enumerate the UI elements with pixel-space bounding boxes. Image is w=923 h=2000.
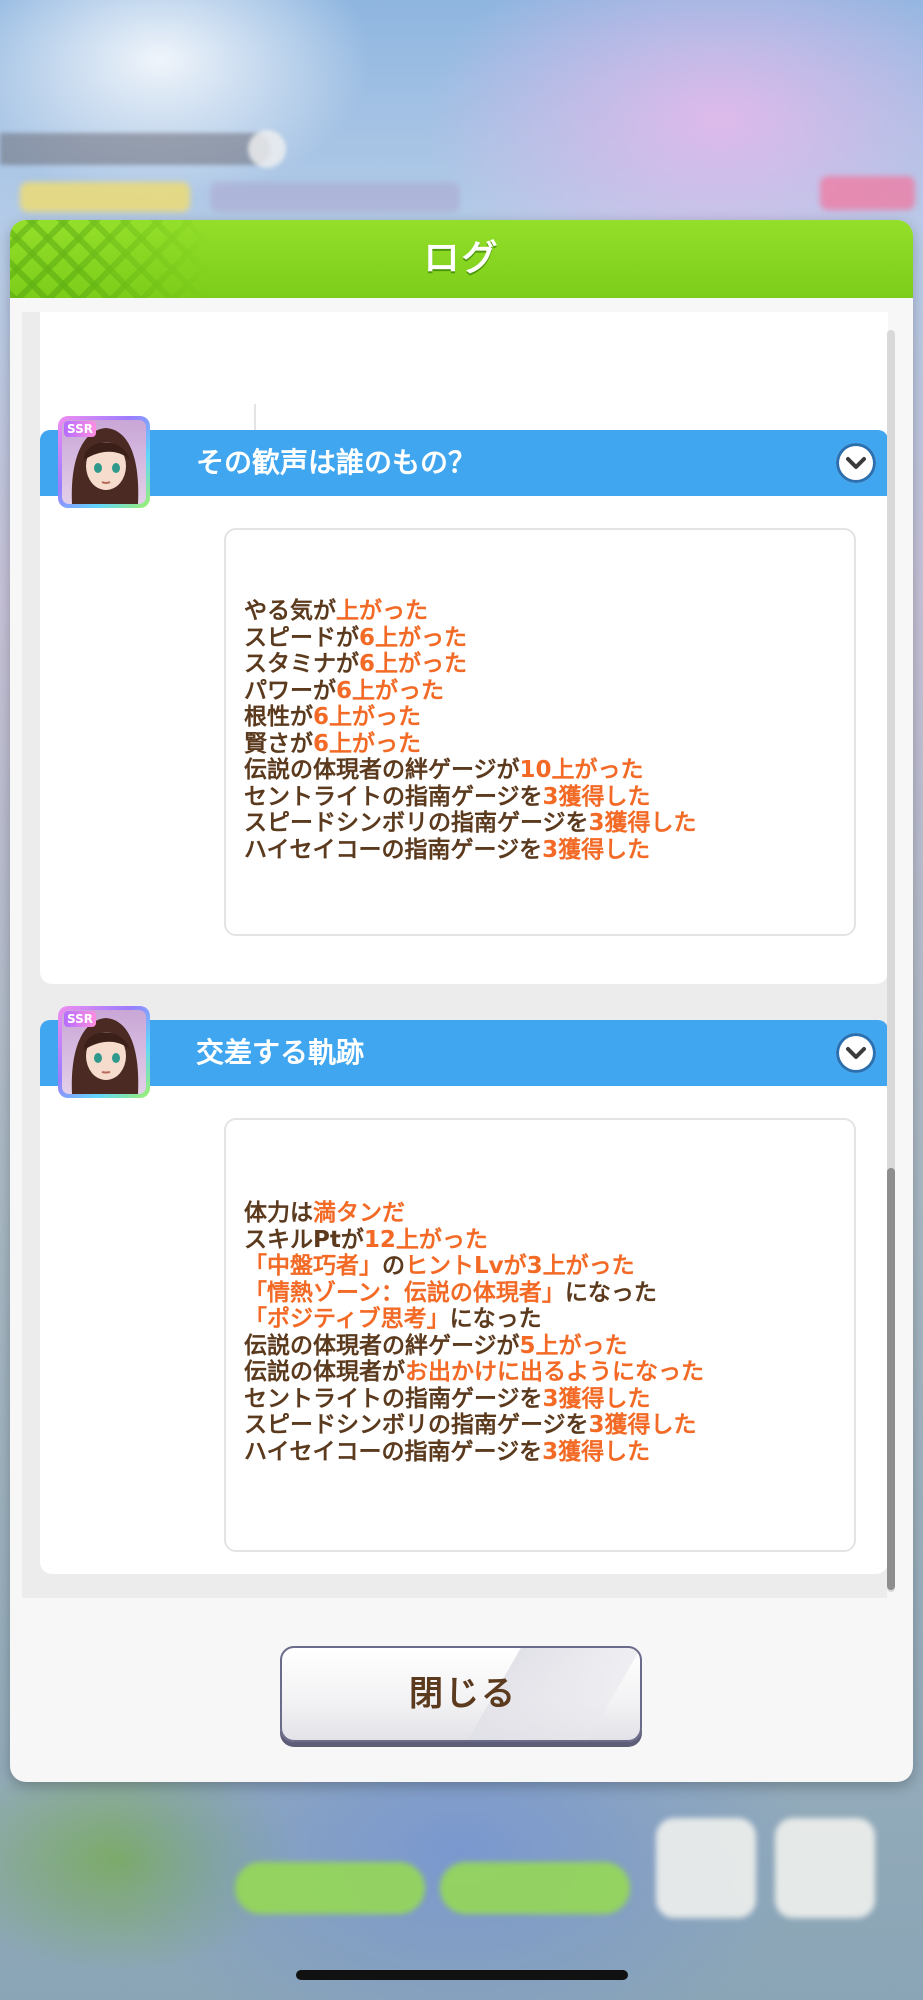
log-line: パワーが6上がった <box>244 677 445 704</box>
background-menu-button <box>775 1818 875 1918</box>
log-line: スピードシンボリの指南ゲージを3獲得した <box>244 810 697 836</box>
background-status-bar <box>0 133 270 165</box>
log-line: 体力は満タンだ <box>244 1200 405 1226</box>
log-lines: 体力は満タンだ スキルPtが12上がった 「中盤巧者」のヒントLvが3上がった … <box>244 1200 704 1465</box>
ssr-badge: SSR <box>64 1011 96 1027</box>
log-line: セントライトの指南ゲージを3獲得した <box>244 1385 651 1412</box>
log-line: 伝説の体現者の絆ゲージが10上がった <box>244 757 644 783</box>
background-button <box>656 1818 756 1918</box>
log-entry-text-box: 体力は満タンだ スキルPtが12上がった 「中盤巧者」のヒントLvが3上がった … <box>224 1118 856 1552</box>
background-chip <box>210 182 460 212</box>
log-line: ハイセイコーの指南ゲージを3獲得した <box>244 1438 651 1465</box>
log-entry: 交差する軌跡 SSR 体力は満タンだ スキルPtが12上がった 「中盤巧者」のヒ… <box>40 1006 888 1574</box>
log-dialog: ログ その歓声は誰のもの？ SSR やる気が上がった スピードが6上がった スタ… <box>10 220 913 1782</box>
log-line: 伝説の体現者がお出かけに出るようになった <box>244 1359 704 1385</box>
background-chip <box>820 176 915 210</box>
log-entry-text-box: やる気が上がった スピードが6上がった スタミナが6上がった パワーが6上がった… <box>224 528 856 936</box>
log-line: 根性が6上がった <box>244 704 422 730</box>
log-line: セントライトの指南ゲージを3獲得した <box>244 783 651 810</box>
log-line: スキルPtが12上がった <box>244 1226 488 1253</box>
close-button[interactable]: 閉じる <box>280 1646 642 1742</box>
log-entry-title: その歓声は誰のもの？ <box>196 446 477 479</box>
log-entry-title: 交差する軌跡 <box>196 1036 365 1069</box>
log-line: 「中盤巧者」のヒントLvが3上がった <box>244 1253 635 1279</box>
close-button-label: 閉じる <box>409 1674 517 1714</box>
chevron-down-icon[interactable] <box>836 1033 876 1073</box>
log-entry-header[interactable]: その歓声は誰のもの？ <box>40 430 888 496</box>
background-button <box>440 1862 630 1914</box>
dialog-header: ログ <box>10 220 913 298</box>
dialog-title: ログ <box>423 238 500 279</box>
log-line: 「ポジティブ思考」になった <box>244 1306 542 1332</box>
background-button <box>235 1862 425 1914</box>
log-entry: その歓声は誰のもの？ SSR やる気が上がった スピードが6上がった スタミナが… <box>40 416 888 984</box>
log-lines: やる気が上がった スピードが6上がった スタミナが6上がった パワーが6上がった… <box>244 598 697 863</box>
log-line: スピードが6上がった <box>244 624 468 651</box>
support-card-avatar: SSR <box>58 416 150 508</box>
log-line: 賢さが6上がった <box>244 730 422 757</box>
background-status-badge <box>248 130 286 168</box>
scrollbar-thumb[interactable] <box>887 1168 895 1590</box>
support-card-avatar: SSR <box>58 1006 150 1098</box>
log-line: 伝説の体現者の絆ゲージが5上がった <box>244 1332 628 1359</box>
log-line: ハイセイコーの指南ゲージを3獲得した <box>244 836 651 863</box>
chevron-down-icon[interactable] <box>836 443 876 483</box>
character-portrait: SSR <box>62 1010 146 1094</box>
character-portrait: SSR <box>62 420 146 504</box>
log-line: やる気が上がった <box>244 598 428 624</box>
home-indicator[interactable] <box>296 1970 628 1980</box>
log-entry-header[interactable]: 交差する軌跡 <box>40 1020 888 1086</box>
background-chip <box>20 182 190 212</box>
log-line: スピードシンボリの指南ゲージを3獲得した <box>244 1412 697 1438</box>
log-line: 「情熱ゾーン：伝説の体現者」になった <box>244 1279 657 1306</box>
log-line: スタミナが6上がった <box>244 651 468 677</box>
ssr-badge: SSR <box>64 421 96 437</box>
